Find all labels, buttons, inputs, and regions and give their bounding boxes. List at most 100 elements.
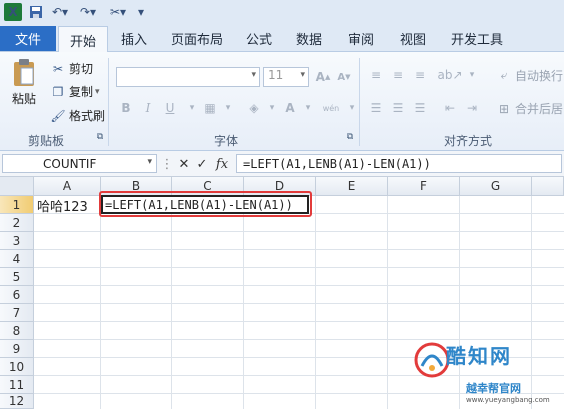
tab-developer[interactable]: 开发工具: [444, 26, 510, 51]
formula-input[interactable]: =LEFT(A1,LENB(A1)-LEN(A1)): [236, 154, 562, 173]
chevron-down-icon[interactable]: ▾: [462, 65, 482, 85]
bold-button[interactable]: B: [116, 98, 136, 118]
watermark-title: 酷知网: [446, 344, 512, 368]
tab-file[interactable]: 文件: [0, 26, 56, 51]
gridline: [34, 231, 564, 232]
dialog-launcher-icon[interactable]: ⧉: [94, 130, 106, 144]
dialog-launcher-icon[interactable]: ⧉: [344, 130, 356, 144]
paste-label: 粘贴: [11, 92, 36, 106]
row-header-9[interactable]: 9: [0, 340, 34, 358]
row-header-6[interactable]: 6: [0, 286, 34, 304]
watermark-subtitle: 越幸帮官网: [466, 382, 521, 395]
redo-icon[interactable]: ↷▾: [78, 3, 98, 21]
tab-view[interactable]: 视图: [392, 26, 434, 51]
column-header-g[interactable]: G: [460, 177, 532, 196]
align-middle-icon[interactable]: ≡: [388, 65, 408, 85]
row-header-7[interactable]: 7: [0, 304, 34, 322]
borders-icon[interactable]: ▦: [200, 98, 220, 118]
font-group-label: 字体: [214, 134, 239, 148]
orientation-icon[interactable]: ab↗: [437, 65, 462, 85]
ribbon-tabs: 文件 开始 插入 页面布局 公式 数据 审阅 视图 开发工具: [0, 24, 564, 53]
watermark-logo-icon: [414, 342, 450, 378]
enter-icon[interactable]: ✓: [194, 155, 210, 173]
row-header-8[interactable]: 8: [0, 322, 34, 340]
align-right-icon[interactable]: ☰: [410, 98, 430, 118]
chevron-down-icon: ▾: [300, 70, 305, 80]
excel-logo-icon: X: [4, 3, 22, 21]
copy-icon: ❐: [52, 84, 64, 99]
save-icon[interactable]: [28, 3, 44, 21]
wrap-text-icon: ⤶: [500, 68, 508, 82]
name-box[interactable]: COUNTIF ▾: [2, 154, 157, 173]
brush-icon[interactable]: ✂▾: [108, 3, 128, 21]
gridline: [34, 249, 564, 250]
row-header-1[interactable]: 1: [0, 196, 34, 214]
row-header-4[interactable]: 4: [0, 250, 34, 268]
insert-function-icon[interactable]: fx: [212, 155, 232, 173]
chevron-down-icon: ▾: [251, 70, 256, 80]
align-left-icon[interactable]: ☰: [366, 98, 386, 118]
font-name-combo[interactable]: ▾: [116, 67, 260, 87]
underline-button[interactable]: U: [160, 98, 180, 118]
font-size-value: 11: [268, 68, 284, 82]
gridline: [34, 285, 564, 286]
italic-button[interactable]: I: [138, 98, 158, 118]
font-size-combo[interactable]: 11 ▾: [263, 67, 309, 87]
increase-indent-icon[interactable]: ⇥: [462, 98, 482, 118]
chevron-down-icon[interactable]: ▾: [298, 98, 318, 118]
column-header-e[interactable]: E: [316, 177, 388, 196]
cut-label: 剪切: [69, 62, 94, 76]
wrap-text-button[interactable]: ⤶ 自动换行: [496, 67, 563, 84]
tab-insert[interactable]: 插入: [112, 26, 156, 51]
copy-label: 复制: [69, 85, 94, 99]
font-color-button[interactable]: A: [280, 98, 300, 118]
align-top-icon[interactable]: ≡: [366, 65, 386, 85]
undo-icon[interactable]: ↶▾: [50, 3, 70, 21]
tab-data[interactable]: 数据: [288, 26, 330, 51]
row-header-3[interactable]: 3: [0, 232, 34, 250]
gridline: [34, 303, 564, 304]
merge-center-button[interactable]: ⊞ 合并后居中: [496, 100, 564, 117]
align-bottom-icon[interactable]: ≡: [410, 65, 430, 85]
row-header-12[interactable]: 12: [0, 394, 34, 409]
select-all-corner[interactable]: [0, 177, 34, 196]
format-painter-button[interactable]: 🖌 格式刷: [50, 107, 105, 124]
fill-color-icon[interactable]: ◈: [244, 98, 264, 118]
row-header-11[interactable]: 11: [0, 376, 34, 394]
splitter-handle-icon[interactable]: ⋮: [160, 155, 174, 173]
alignment-group-label: 对齐方式: [444, 134, 493, 148]
row-header-2[interactable]: 2: [0, 214, 34, 232]
scissors-icon: ✂: [52, 61, 64, 76]
column-header-a[interactable]: A: [34, 177, 101, 196]
tab-home[interactable]: 开始: [58, 26, 108, 53]
gridline: [34, 321, 564, 322]
align-center-icon[interactable]: ☰: [388, 98, 408, 118]
chevron-down-icon[interactable]: ▾: [182, 98, 202, 118]
chevron-down-icon[interactable]: ▾: [262, 98, 282, 118]
merge-center-label: 合并后居中: [515, 102, 564, 116]
quick-access-toolbar: X ↶▾ ↷▾ ✂▾ ▾: [0, 0, 564, 25]
name-box-value: COUNTIF: [43, 156, 97, 171]
watermark: 酷知网 越幸帮官网 www.yueyangbang.com: [410, 336, 564, 409]
tab-page-layout[interactable]: 页面布局: [164, 26, 230, 51]
format-painter-icon: 🖌: [50, 108, 66, 123]
decrease-indent-icon[interactable]: ⇤: [440, 98, 460, 118]
row-header-5[interactable]: 5: [0, 268, 34, 286]
column-header-f[interactable]: F: [388, 177, 460, 196]
shrink-font-icon[interactable]: A ▼: [334, 67, 354, 87]
tab-formulas[interactable]: 公式: [238, 26, 280, 51]
copy-button[interactable]: ❐ 复制 ▾: [50, 83, 100, 100]
cancel-icon[interactable]: ✕: [176, 155, 192, 173]
paste-button[interactable]: 粘贴: [8, 58, 40, 107]
phonetic-button[interactable]: wén: [318, 98, 344, 118]
row-header-10[interactable]: 10: [0, 358, 34, 376]
watermark-url: www.yueyangbang.com: [466, 396, 550, 404]
grow-font-icon[interactable]: A ▲: [313, 67, 333, 87]
cut-button[interactable]: ✂ 剪切: [50, 60, 93, 77]
cell-a1[interactable]: 哈哈123: [35, 196, 101, 215]
customize-icon[interactable]: ▾: [136, 3, 146, 21]
chevron-down-icon[interactable]: ▾: [218, 98, 238, 118]
chevron-down-icon: ▾: [147, 157, 152, 167]
tab-review[interactable]: 审阅: [340, 26, 382, 51]
clipboard-group-label: 剪贴板: [28, 134, 65, 148]
